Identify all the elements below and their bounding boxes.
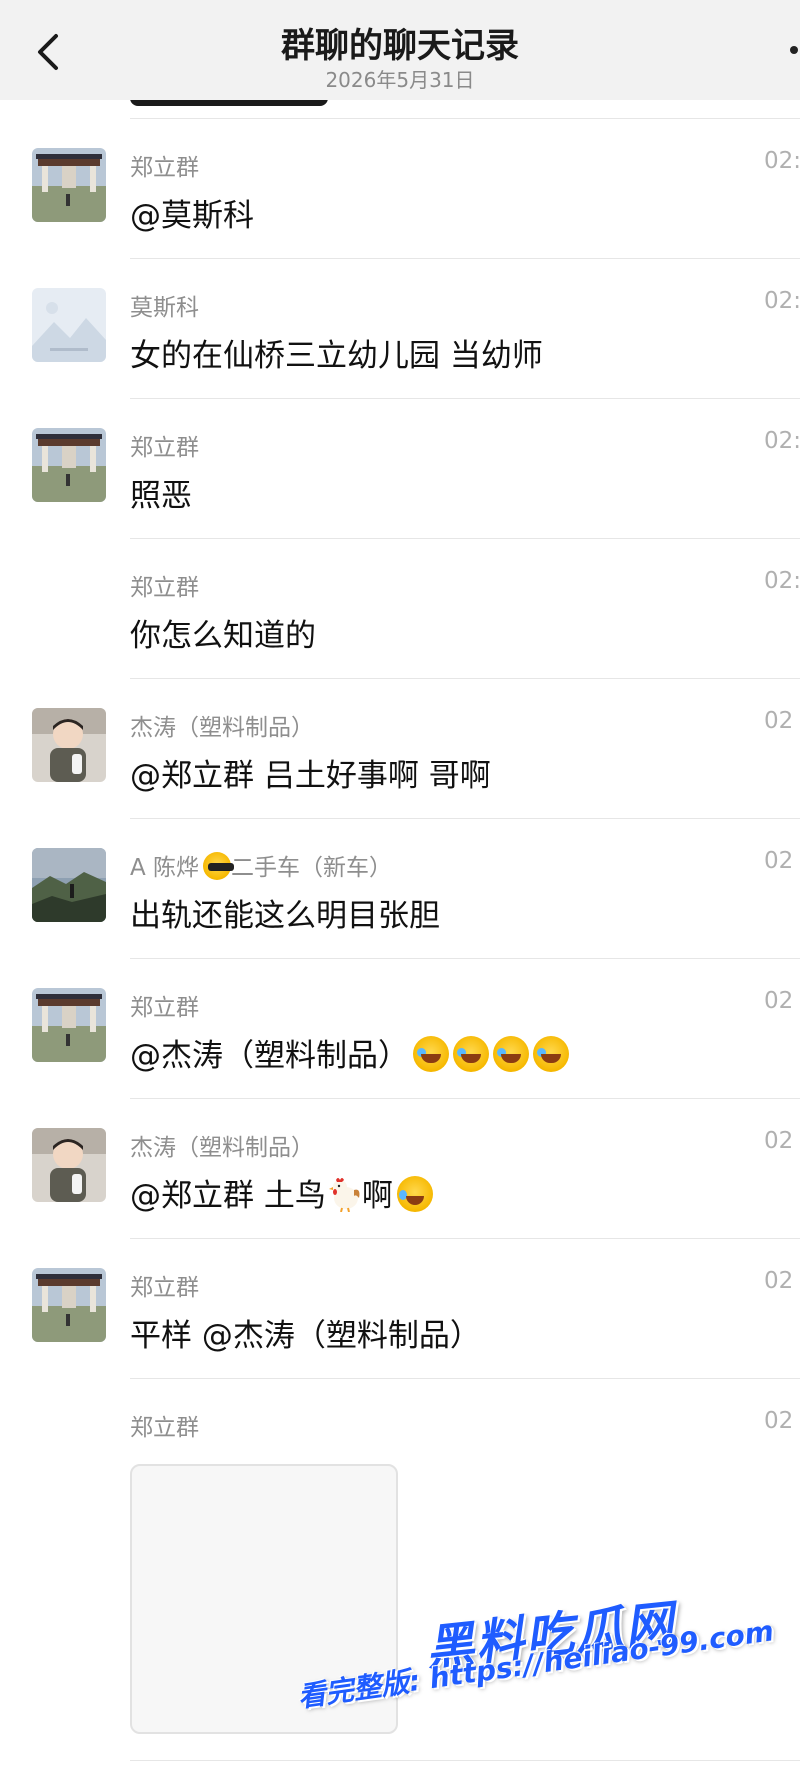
divider xyxy=(130,258,800,259)
message-item: 郑立群 02 @杰涛（塑料制品） xyxy=(0,958,800,1098)
chicken-icon xyxy=(328,1178,360,1212)
message-time: 02 xyxy=(764,988,794,1014)
message-text-tail: 啊 xyxy=(361,1178,393,1214)
message-time: 02 xyxy=(764,708,794,734)
sender-name: 郑立群 xyxy=(130,1415,199,1441)
sender-name: 郑立群 xyxy=(130,155,199,181)
sender-name: 杰涛（塑料制品） xyxy=(130,715,314,741)
avatar-child[interactable] xyxy=(32,708,106,782)
message-text[interactable]: @杰涛（塑料制品） xyxy=(130,1030,569,1075)
sender-name-suffix: 二手车（新车） xyxy=(231,855,393,881)
sender-name: 郑立群 xyxy=(130,995,199,1021)
divider xyxy=(130,1098,800,1099)
sender-name: 郑立群 xyxy=(130,1275,199,1301)
message-item: 郑立群 02: 照恶 xyxy=(0,398,800,538)
avatar-child[interactable] xyxy=(32,1128,106,1202)
message-time: 02 xyxy=(764,1268,794,1294)
avatar-mountain[interactable] xyxy=(32,848,106,922)
more-options-icon[interactable] xyxy=(790,46,798,54)
message-item: 郑立群 02: @莫斯科 xyxy=(0,118,800,258)
message-time: 02 xyxy=(764,848,794,874)
avatar-temple-gate[interactable] xyxy=(32,988,106,1062)
message-text[interactable]: 女的在仙桥三立幼儿园 当幼师 xyxy=(130,330,543,375)
divider xyxy=(130,1378,800,1379)
sender-name-prefix: A 陈烨 xyxy=(130,855,200,881)
sender-name: 郑立群 xyxy=(130,435,199,461)
rolling-on-floor-laughing-icon xyxy=(413,1036,449,1072)
message-text[interactable]: @郑立群 土鸟 啊 xyxy=(130,1170,433,1215)
message-time: 02: xyxy=(764,288,800,314)
sender-name: 杰涛（塑料制品） xyxy=(130,1135,314,1161)
divider xyxy=(130,958,800,959)
message-item: A 陈烨 二手车（新车） 02 出轨还能这么明目张胆 xyxy=(0,818,800,958)
rolling-on-floor-laughing-icon xyxy=(533,1036,569,1072)
message-item: 郑立群 02: 你怎么知道的 xyxy=(0,538,800,678)
message-item: 杰涛（塑料制品） 02 @郑立群 吕土好事啊 哥啊 xyxy=(0,678,800,818)
message-item: 郑立群 02 xyxy=(0,1378,800,1518)
divider xyxy=(130,118,800,119)
message-time: 02 xyxy=(764,1408,794,1434)
message-text-content: @杰涛（塑料制品） xyxy=(130,1038,409,1074)
page-date: 2026年5月31日 xyxy=(325,68,475,92)
avatar-default-placeholder[interactable] xyxy=(32,288,106,362)
message-text[interactable]: @莫斯科 xyxy=(130,190,254,235)
divider xyxy=(130,538,800,539)
message-text[interactable]: 照恶 xyxy=(130,470,192,515)
rolling-on-floor-laughing-icon xyxy=(453,1036,489,1072)
message-item: 杰涛（塑料制品） 02 @郑立群 土鸟 啊 xyxy=(0,1098,800,1238)
message-text[interactable]: 平样 @杰涛（塑料制品） xyxy=(130,1310,481,1355)
sender-name: 郑立群 xyxy=(130,575,199,601)
divider xyxy=(130,1238,800,1239)
rolling-on-floor-laughing-icon xyxy=(493,1036,529,1072)
message-text-content: @郑立群 土鸟 xyxy=(130,1178,326,1214)
message-time: 02: xyxy=(764,428,800,454)
message-time: 02: xyxy=(764,148,800,174)
avatar-temple-gate[interactable] xyxy=(32,428,106,502)
message-item: 莫斯科 02: 女的在仙桥三立幼儿园 当幼师 xyxy=(0,258,800,398)
sender-name: A 陈烨 二手车（新车） xyxy=(130,848,392,882)
face-with-tears-of-joy-icon xyxy=(396,1176,433,1212)
avatar-temple-gate[interactable] xyxy=(32,1268,106,1342)
chat-history-header: 群聊的聊天记录 2026年5月31日 xyxy=(0,0,800,100)
message-time: 02: xyxy=(764,568,800,594)
message-text[interactable]: @郑立群 吕土好事啊 哥啊 xyxy=(130,750,491,795)
message-item: 郑立群 02 平样 @杰涛（塑料制品） xyxy=(0,1238,800,1378)
smiling-face-with-sunglasses-icon xyxy=(203,852,235,880)
divider xyxy=(130,1760,800,1761)
page-title: 群聊的聊天记录 xyxy=(281,26,519,66)
message-time: 02 xyxy=(764,1128,794,1154)
divider xyxy=(130,398,800,399)
message-text[interactable]: 你怎么知道的 xyxy=(130,610,316,655)
divider xyxy=(130,818,800,819)
message-text[interactable]: 出轨还能这么明目张胆 xyxy=(130,890,440,935)
sender-name: 莫斯科 xyxy=(130,295,199,321)
divider xyxy=(130,678,800,679)
avatar-temple-gate[interactable] xyxy=(32,148,106,222)
